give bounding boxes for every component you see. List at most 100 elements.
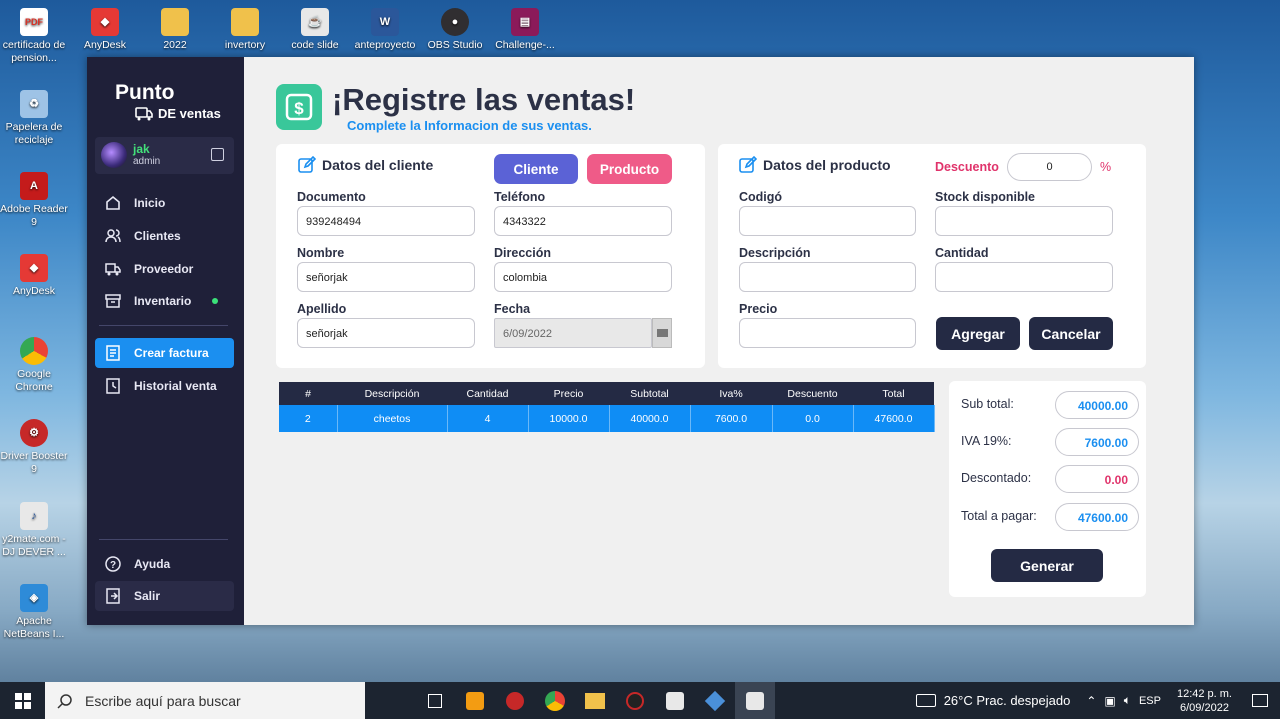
desktop-icon[interactable]: 2022 <box>139 8 211 52</box>
mp3-icon: ♪ <box>20 502 48 530</box>
netbeans-icon: ◈ <box>20 584 48 612</box>
driver-booster-icon: ⚙ <box>20 419 48 447</box>
search-icon <box>57 693 72 709</box>
client-card: Datos del cliente Cliente Producto Docum… <box>276 144 705 368</box>
table-cell: 10000.0 <box>528 405 610 432</box>
desktop-icon[interactable]: ● OBS Studio <box>419 8 491 52</box>
nombre-input[interactable]: señorjak <box>297 262 475 292</box>
sales-table: # Descripción Cantidad Precio Subtotal I… <box>279 382 935 432</box>
desktop-icon[interactable]: A Adobe Reader 9 <box>0 172 70 229</box>
descripcion-input[interactable] <box>739 262 916 292</box>
documento-input[interactable]: 939248494 <box>297 206 475 236</box>
network-icon[interactable]: ▣ <box>1104 694 1115 708</box>
divider <box>99 539 228 540</box>
nav-historial-venta[interactable]: Historial venta <box>95 371 234 401</box>
weather-icon[interactable] <box>915 694 936 707</box>
direccion-input[interactable]: colombia <box>494 262 672 292</box>
generar-button[interactable]: Generar <box>991 549 1103 582</box>
codigo-input[interactable] <box>739 206 916 236</box>
recycle-bin-icon: ♻ <box>20 90 48 118</box>
desktop-icon[interactable]: PDF certificado de pension... <box>0 8 70 65</box>
taskbar-app[interactable] <box>535 682 575 719</box>
windows-icon <box>14 692 31 709</box>
notification-icon[interactable] <box>1240 694 1280 707</box>
java-icon <box>746 691 764 710</box>
taskbar-app-java[interactable] <box>735 682 775 719</box>
calendar-button[interactable] <box>652 318 672 348</box>
avatar <box>101 142 127 168</box>
percent-sign: % <box>1100 160 1112 174</box>
virtualbox-icon <box>704 690 726 711</box>
nav-crear-factura[interactable]: Crear factura <box>95 338 234 368</box>
cart-icon <box>135 106 153 120</box>
desktop-icon[interactable]: ◈ Apache NetBeans I... <box>0 584 70 641</box>
taskbar-app[interactable] <box>655 682 695 719</box>
users-icon <box>105 228 121 244</box>
cancelar-button[interactable]: Cancelar <box>1029 317 1113 350</box>
history-icon <box>105 378 121 394</box>
desktop-icon[interactable]: ☕ code slide <box>279 8 351 52</box>
nav-inventario[interactable]: Inventario <box>95 286 234 316</box>
user-card: jak admin <box>95 137 234 174</box>
table-cell: 0.0 <box>772 405 854 432</box>
task-view-button[interactable] <box>415 682 455 719</box>
tab-cliente[interactable]: Cliente <box>494 154 578 184</box>
desktop-icon[interactable]: ◆ AnyDesk <box>0 254 70 298</box>
desktop-icon[interactable]: ⚙ Driver Booster 9 <box>0 419 70 476</box>
nav-proveedor[interactable]: Proveedor <box>95 254 234 284</box>
agregar-button[interactable]: Agregar <box>936 317 1020 350</box>
descuento-input[interactable]: 0 <box>1007 153 1092 181</box>
table-header-row: # Descripción Cantidad Precio Subtotal I… <box>279 382 934 405</box>
language[interactable]: ESP <box>1139 695 1161 707</box>
chevron-up-icon[interactable]: ⌃ <box>1086 694 1096 708</box>
cantidad-input[interactable] <box>935 262 1113 292</box>
taskbar-app[interactable] <box>575 682 615 719</box>
logout-small-icon[interactable] <box>211 148 224 161</box>
desktop-icon[interactable]: ♪ y2mate.com - DJ DEVER ... <box>0 502 70 559</box>
calendar-icon <box>656 329 668 337</box>
desktop-icon[interactable]: Wanteproyecto <box>349 8 421 52</box>
tab-producto[interactable]: Producto <box>587 154 672 184</box>
user-role: admin <box>133 156 161 167</box>
table-row[interactable]: 2 cheetos 4 10000.0 40000.0 7600.0 0.0 4… <box>279 405 935 432</box>
task-view-icon <box>428 693 442 708</box>
folder-icon <box>231 8 259 36</box>
desktop-icon[interactable]: ◆ AnyDesk <box>69 8 141 52</box>
brand-subtitle: DE ventas <box>135 106 221 121</box>
nav-clientes[interactable]: Clientes <box>95 221 234 251</box>
obs-icon: ● <box>441 8 469 36</box>
telefono-input[interactable]: 4343322 <box>494 206 672 236</box>
nav-inicio[interactable]: Inicio <box>95 188 234 218</box>
clock[interactable]: 12:42 p. m. 6/09/2022 <box>1177 687 1232 715</box>
descripcion-label: Descripción <box>739 246 811 260</box>
desktop-icon[interactable]: ▤ Challenge-... <box>489 8 561 52</box>
chrome-icon <box>545 690 565 711</box>
start-button[interactable] <box>0 682 45 719</box>
stock-input[interactable] <box>935 206 1113 236</box>
anydesk-icon: ◆ <box>91 8 119 36</box>
desktop-icon[interactable]: invertory <box>209 8 281 52</box>
weather-text[interactable]: 26°C Prac. despejado <box>944 693 1071 708</box>
taskbar-app[interactable] <box>615 682 655 719</box>
taskbar-app[interactable] <box>695 682 735 719</box>
driver-booster-icon <box>626 691 644 710</box>
java-icon: ☕ <box>301 8 329 36</box>
page-title: ¡Registre las ventas! <box>332 82 636 117</box>
precio-input[interactable] <box>739 318 916 348</box>
nav-salir[interactable]: Salir <box>95 581 234 611</box>
taskbar-app[interactable] <box>495 682 535 719</box>
volume-icon[interactable]: 🔈︎ <box>1124 693 1131 708</box>
edit-icon <box>298 156 316 173</box>
apellido-input[interactable]: señorjak <box>297 318 475 348</box>
taskbar-search[interactable]: Escribe aquí para buscar <box>45 682 365 719</box>
desktop-icon[interactable]: ♻ Papelera de reciclaje <box>0 90 70 147</box>
documento-label: Documento <box>297 190 366 204</box>
status-dot <box>212 298 218 304</box>
page-subtitle: Complete la Informacion de sus ventas. <box>347 118 592 133</box>
chrome-icon <box>20 337 48 365</box>
app-window: Punto DE ventas jak admin Inicio Cliente… <box>87 57 1194 625</box>
desktop-icon[interactable]: Google Chrome <box>0 337 70 394</box>
taskbar-app[interactable] <box>455 682 495 719</box>
archive-icon <box>105 293 121 309</box>
nav-ayuda[interactable]: ? Ayuda <box>95 549 234 579</box>
